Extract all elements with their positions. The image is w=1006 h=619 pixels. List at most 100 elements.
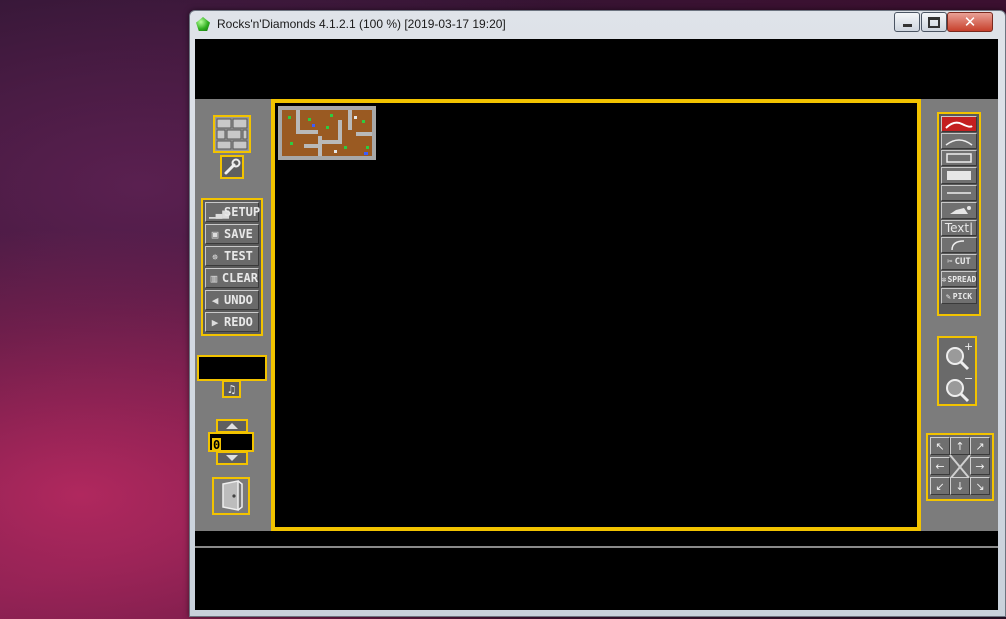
right-tool-panel: Text| ✂ CUT ✲ SPREAD ✎ PICK + − ↖ ↑ ↗ ← … <box>921 99 998 531</box>
undo-button[interactable]: ◀ UNDO <box>205 290 259 310</box>
running-man-icon: ✵ <box>211 249 219 263</box>
arrow-down-icon <box>226 455 238 461</box>
svg-text:−: − <box>964 373 972 385</box>
maximize-button[interactable] <box>921 12 947 32</box>
window-title: Rocks'n'Diamonds 4.1.2.1 (100 %) [2019-0… <box>217 17 506 31</box>
scroll-down-button[interactable]: ↓ <box>950 477 970 495</box>
level-preview[interactable] <box>278 106 376 160</box>
test-label: TEST <box>224 249 253 263</box>
line-tool-button[interactable] <box>941 133 977 149</box>
scroll-up-button[interactable]: ↑ <box>950 437 970 455</box>
editor-controls-group: ▁▃▅ SETUP ▣ SAVE ✵ TEST ▥ CLEAR ◀ UNDO ▶… <box>201 198 263 336</box>
rectangle-tool-button[interactable] <box>941 150 977 166</box>
save-label: SAVE <box>224 227 253 241</box>
emerald-app-icon <box>196 17 210 31</box>
trash-can-icon: ▥ <box>210 271 218 285</box>
redo-label: REDO <box>224 315 253 329</box>
arrow-up-left-icon: ↖ <box>935 439 945 453</box>
flood-fill-tool-button[interactable] <box>941 202 977 219</box>
text-tool-label: Text| <box>944 221 974 235</box>
minimize-button[interactable] <box>894 12 920 32</box>
scroll-down-right-button[interactable]: ↘ <box>970 477 990 495</box>
arrow-up-right-icon: ↗ <box>975 439 985 453</box>
spread-tool-label: SPREAD <box>947 274 977 284</box>
element-palette-button[interactable] <box>213 115 251 153</box>
left-tool-panel: ▁▃▅ SETUP ▣ SAVE ✵ TEST ▥ CLEAR ◀ UNDO ▶… <box>195 99 271 531</box>
selected-element-slot[interactable] <box>197 355 267 381</box>
curve-line-icon <box>945 139 973 146</box>
arrow-up-icon: ↑ <box>955 439 965 453</box>
straight-line-tool-button[interactable] <box>941 185 977 201</box>
level-number-field[interactable]: 0 <box>208 432 254 452</box>
brick-wall-icon <box>215 117 249 151</box>
scissors-icon: ✂ <box>947 257 953 267</box>
floppy-disk-icon: ▣ <box>211 227 219 241</box>
spread-tool-button[interactable]: ✲ SPREAD <box>941 271 977 287</box>
eyedropper-icon: ✎ <box>945 291 951 301</box>
scroll-down-left-button[interactable]: ↙ <box>930 477 950 495</box>
level-map-thumbnail <box>282 110 372 156</box>
pick-tool-label: PICK <box>952 291 973 301</box>
scroll-pad: ↖ ↑ ↗ ← → ↙ ↓ ↘ <box>926 433 994 501</box>
undo-label: UNDO <box>224 293 253 307</box>
close-button[interactable]: ✕ <box>947 12 993 32</box>
zoom-group: + − <box>937 336 977 406</box>
text-tool-button[interactable]: Text| <box>941 220 977 236</box>
redo-button[interactable]: ▶ REDO <box>205 312 259 332</box>
arrow-right-icon: → <box>975 459 985 473</box>
zoom-out-icon: − <box>946 373 972 402</box>
arrow-up-icon <box>226 423 238 429</box>
scroll-up-right-button[interactable]: ↗ <box>970 437 990 455</box>
filled-box-tool-button[interactable] <box>941 167 977 184</box>
close-icon: ✕ <box>963 13 977 31</box>
wrench-icon <box>224 158 241 175</box>
level-playfield[interactable] <box>271 99 921 531</box>
clear-label: CLEAR <box>221 271 258 285</box>
freehand-draw-icon <box>945 121 973 129</box>
redo-arrow-icon: ▶ <box>211 315 219 329</box>
scroll-left-button[interactable]: ← <box>930 457 950 475</box>
exit-editor-button[interactable] <box>212 477 250 515</box>
setup-button[interactable]: ▁▃▅ SETUP <box>205 202 261 222</box>
music-note-icon: ♫ <box>226 382 237 396</box>
arc-tool-button[interactable] <box>941 237 977 253</box>
title-bar[interactable]: Rocks'n'Diamonds 4.1.2.1 (100 %) [2019-0… <box>190 11 1005 39</box>
level-number-value: 0 <box>212 438 222 452</box>
clear-button[interactable]: ▥ CLEAR <box>205 268 259 288</box>
properties-button[interactable] <box>220 155 244 179</box>
app-window: Rocks'n'Diamonds 4.1.2.1 (100 %) [2019-0… <box>189 10 1006 617</box>
maximize-icon <box>928 16 940 28</box>
save-button[interactable]: ▣ SAVE <box>205 224 259 244</box>
arc-icon <box>951 240 965 251</box>
setup-label: SETUP <box>224 205 261 219</box>
scroll-right-button[interactable]: → <box>970 457 990 475</box>
zoom-in-icon: + <box>946 341 972 370</box>
undo-arrow-icon: ◀ <box>211 293 219 307</box>
cut-tool-label: CUT <box>954 257 971 267</box>
filled-rectangle-icon <box>947 171 971 180</box>
scroll-up-left-button[interactable]: ↖ <box>930 437 950 455</box>
arrow-left-icon: ← <box>935 459 945 473</box>
pick-tool-button[interactable]: ✎ PICK <box>941 288 977 304</box>
spread-icon: ✲ <box>941 274 947 284</box>
cut-tool-button[interactable]: ✂ CUT <box>941 254 977 270</box>
zoom-out-button[interactable]: − <box>941 372 973 403</box>
test-button[interactable]: ✵ TEST <box>205 246 259 266</box>
arrow-down-icon: ↓ <box>955 479 965 493</box>
level-down-button[interactable] <box>216 451 248 465</box>
zoom-in-button[interactable]: + <box>941 340 973 371</box>
signal-bars-icon: ▁▃▅ <box>209 205 229 219</box>
level-up-button[interactable] <box>216 419 248 433</box>
minimize-icon <box>902 23 912 27</box>
status-divider <box>195 546 998 548</box>
straight-line-icon <box>947 192 971 194</box>
arrow-down-right-icon: ↘ <box>975 479 985 493</box>
freehand-tool-button[interactable] <box>941 116 977 132</box>
rectangle-outline-icon <box>946 153 972 163</box>
music-button[interactable]: ♫ <box>222 380 241 398</box>
svg-text:+: + <box>964 341 972 353</box>
exit-door-icon <box>222 480 243 511</box>
paint-bucket-icon <box>950 206 971 214</box>
arrow-down-left-icon: ↙ <box>935 479 945 493</box>
game-client-area: ▁▃▅ SETUP ▣ SAVE ✵ TEST ▥ CLEAR ◀ UNDO ▶… <box>195 39 998 610</box>
